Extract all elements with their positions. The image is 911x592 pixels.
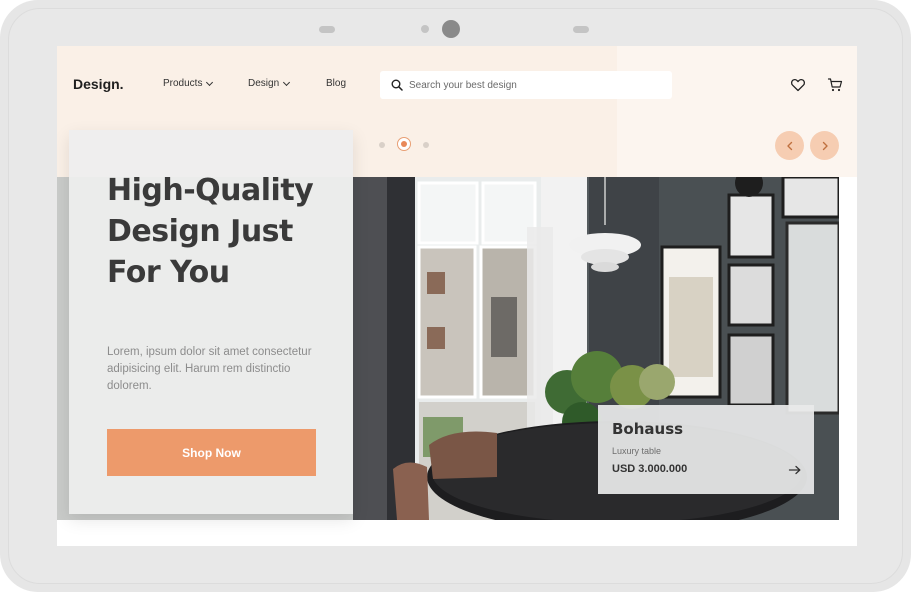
tablet-frame: Design. Products Design Blog Search your… [0,0,911,592]
nav-item-design[interactable]: Design [248,78,291,89]
search-input[interactable] [409,79,659,91]
prev-slide-button[interactable] [775,131,804,160]
nav-label: Blog [326,78,347,89]
light-sensor [421,25,429,33]
logo[interactable]: Design. [73,76,124,92]
nav-label: Design [248,78,280,89]
chevron-down-icon [283,78,291,86]
carousel-dot-active[interactable] [397,137,411,151]
nav-label: Products [163,78,203,89]
camera-icon [442,20,460,38]
hero-description: Lorem, ipsum dolor sit amet consectetur … [107,346,312,392]
search-icon [391,79,403,91]
product-card[interactable]: Bohauss Luxury table USD 3.000.000 [598,405,814,494]
product-name: Bohauss [612,420,684,438]
speaker-right [573,26,589,33]
chevron-down-icon [206,78,214,86]
chevron-left-icon [786,141,792,150]
nav-item-blog[interactable]: Blog [326,78,346,89]
shop-now-button[interactable]: Shop Now [107,429,316,476]
speaker-left [319,26,335,33]
search-bar[interactable] [380,71,672,99]
hero-title: High-Quality Design Just For You [107,173,314,290]
chevron-right-icon [822,141,828,150]
carousel-dot[interactable] [379,142,385,148]
heart-icon[interactable] [790,77,806,93]
next-slide-button[interactable] [810,131,839,160]
cart-icon[interactable] [827,77,843,93]
carousel-dot[interactable] [423,142,429,148]
nav-item-products[interactable]: Products [163,78,214,89]
arrow-right-icon[interactable] [788,464,802,476]
hero-card: High-Quality Design Just For You Lorem, … [69,130,353,514]
product-price: USD 3.000.000 [612,463,688,475]
product-subtitle: Luxury table [612,446,662,456]
screen: Design. Products Design Blog Search your… [57,46,857,546]
